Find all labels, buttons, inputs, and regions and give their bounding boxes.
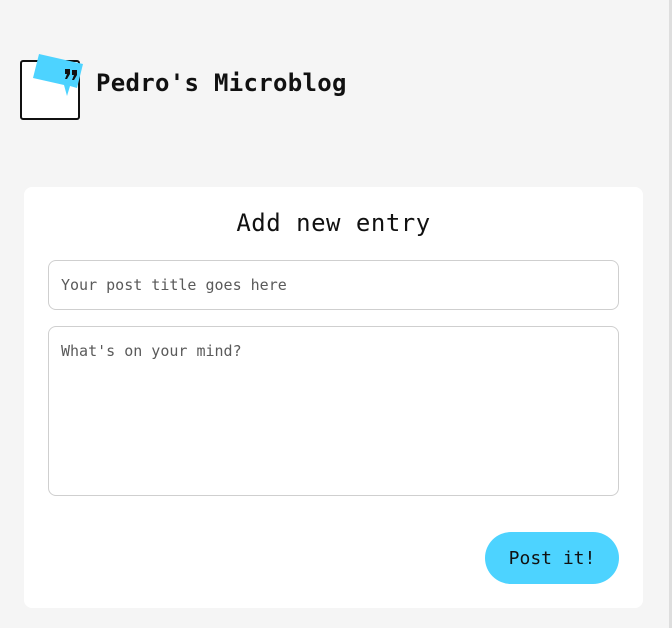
speech-bubble-quote-icon (33, 54, 83, 96)
site-header: Pedro's Microblog (20, 48, 347, 120)
site-title[interactable]: Pedro's Microblog (96, 69, 347, 97)
site-logo[interactable] (20, 54, 83, 120)
post-body-textarea[interactable] (48, 326, 619, 496)
form-heading: Add new entry (236, 209, 431, 237)
post-it-button[interactable]: Post it! (485, 532, 619, 584)
new-entry-card: Add new entry Post it! (24, 187, 643, 608)
post-title-input[interactable] (48, 260, 619, 310)
